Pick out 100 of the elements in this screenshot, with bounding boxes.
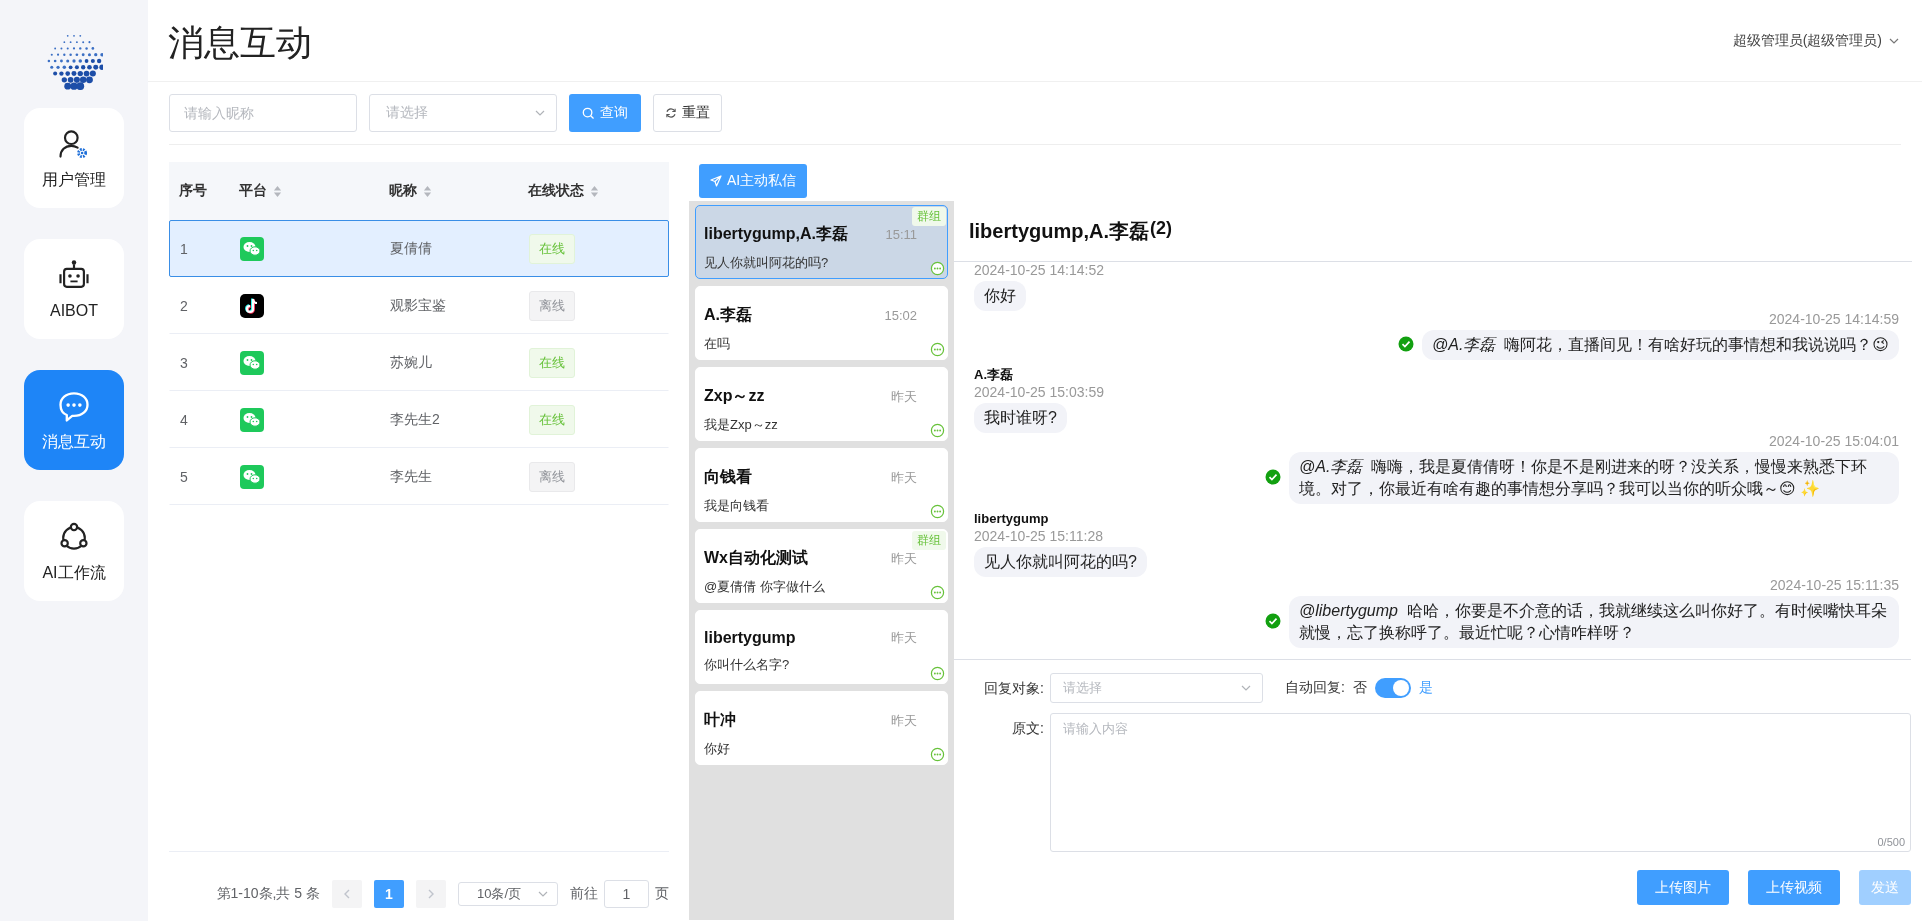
table-row[interactable]: 2 观影宝鉴 离线 — [169, 277, 669, 334]
group-tag: 群组 — [912, 531, 946, 550]
status-tag: 在线 — [529, 233, 575, 264]
table-cell-text: 5 — [180, 468, 189, 485]
message-time: 2024-10-25 15:11:28 — [974, 528, 1103, 545]
table-cell-text: 李先生 — [390, 467, 433, 486]
dotted-sphere-logo — [45, 32, 103, 90]
conversation-preview: 你好 — [704, 740, 731, 758]
conversation-card[interactable]: libertygump,A.李磊 15:11 见人你就叫阿花的吗? 群组 — [695, 205, 948, 279]
conversation-preview: @夏倩倩 你字做什么 — [704, 578, 826, 596]
status-tag: 离线 — [529, 461, 575, 492]
message-time: 2024-10-25 15:03:59 — [974, 384, 1104, 401]
table-cell-text: 4 — [180, 411, 189, 428]
conversation-card[interactable]: Wx自动化测试 昨天 @夏倩倩 你字做什么 群组 — [695, 529, 948, 603]
sender-name: libertygump — [974, 510, 1049, 528]
conversation-card[interactable]: A.李磊 15:02 在吗 — [695, 286, 948, 360]
column-header[interactable]: 昵称 — [389, 182, 432, 200]
sidebar-nav-item[interactable]: AIBOT — [24, 239, 124, 339]
conversation-name: 叶冲 — [704, 710, 736, 730]
table-row[interactable]: 3 苏婉儿 在线 — [169, 334, 669, 391]
sort-caret-icon[interactable] — [273, 184, 282, 198]
nickname-field[interactable]: 请输入昵称 — [169, 94, 357, 132]
conversation-time: 昨天 — [891, 468, 917, 487]
page-size-select[interactable]: 10条/页 — [458, 882, 558, 906]
status-tag: 离线 — [529, 290, 575, 321]
refresh-icon — [665, 107, 677, 119]
music-note-app-icon — [240, 293, 264, 318]
table-row[interactable]: 4 李先生2 在线 — [169, 391, 669, 448]
conversation-time: 昨天 — [891, 387, 917, 406]
conversation-time: 15:02 — [884, 308, 917, 323]
message-bubble: 我时谁呀? — [974, 403, 1067, 433]
field-label: 回复对象: — [983, 679, 1045, 698]
message-bubble: @A.李磊 嗨嗨，我是夏倩倩呀！你是不是刚进来的呀？没关系，慢慢来熟悉下环境。对了，你最近有啥有趣的事情想分享吗？我可以当你的听众哦～😊 ✨ — [1289, 452, 1899, 504]
conversation-name: Zxp～zz — [704, 386, 765, 406]
pagination-summary: 第1-10条,共 5 条 — [216, 885, 320, 903]
message-time: 2024-10-25 15:04:01 — [1769, 433, 1899, 450]
chat-app-icon — [240, 407, 264, 432]
message-time: 2024-10-25 15:11:35 — [1770, 577, 1899, 594]
column-header[interactable]: 平台 — [239, 182, 282, 200]
sender-name: A.李磊 — [974, 366, 1013, 384]
message-icon — [930, 261, 945, 276]
page-suffix: 页 — [655, 885, 669, 903]
chat-app-icon — [240, 464, 264, 489]
message-bubble: 你好 — [974, 281, 1026, 311]
conversation-preview: 见人你就叫阿花的吗? — [704, 254, 830, 272]
message-bubble: @A.李磊 嗨阿花，直播间见！有啥好玩的事情想和我说说吗？😉 — [1422, 330, 1899, 360]
page-title: 消息互动 — [168, 21, 312, 65]
message-time: 2024-10-25 14:14:52 — [974, 262, 1104, 279]
status-tag: 在线 — [529, 404, 575, 435]
group-tag: 群组 — [912, 207, 946, 226]
character-counter: 0/500 — [1877, 836, 1905, 848]
sidebar-nav-item[interactable]: 用户管理 — [24, 108, 124, 208]
conversation-name: Wx自动化测试 — [704, 548, 808, 568]
conversation-time: 昨天 — [891, 711, 917, 730]
table-cell-text: 1 — [180, 240, 189, 257]
user-menu[interactable]: 超级管理员(超级管理员) — [1732, 31, 1900, 50]
column-header[interactable]: 在线状态 — [528, 182, 599, 200]
goto-label: 前往 — [570, 885, 598, 903]
sort-caret-icon[interactable] — [590, 184, 599, 198]
chat-app-icon — [240, 350, 264, 375]
field-label: 原文: — [1011, 719, 1045, 738]
message-icon — [930, 747, 945, 762]
off-label: 否 — [1352, 679, 1367, 697]
page-input[interactable]: 1 — [604, 880, 649, 908]
sidebar-nav-item[interactable]: 消息互动 — [24, 370, 124, 470]
conversation-preview: 你叫什么名字? — [704, 656, 791, 674]
status-tag: 在线 — [529, 347, 575, 378]
auto-reply-toggle[interactable] — [1374, 678, 1411, 698]
message-icon — [930, 504, 945, 519]
table-row[interactable]: 1 夏倩倩 在线 — [169, 220, 669, 277]
on-label: 是 — [1418, 679, 1433, 697]
table-cell-text: 李先生2 — [390, 410, 441, 429]
table-cell-text: 夏倩倩 — [390, 239, 433, 258]
auto-reply-label: 自动回复: — [1285, 679, 1345, 697]
conversation-name: libertygump — [704, 629, 796, 647]
table-cell-text: 2 — [180, 297, 189, 314]
table-cell-text: 苏婉儿 — [390, 353, 433, 372]
conversation-time: 昨天 — [891, 629, 917, 647]
table-cell-text: 观影宝鉴 — [390, 296, 447, 315]
conversation-card[interactable]: 叶冲 昨天 你好 — [695, 691, 948, 765]
conversation-card[interactable]: libertygump 昨天 你叫什么名字? — [695, 610, 948, 684]
table-row[interactable]: 5 李先生 离线 — [169, 448, 669, 505]
conversation-name: 向钱看 — [704, 467, 752, 487]
conversation-name: libertygump,A.李磊 — [704, 224, 848, 244]
chat-app-icon — [240, 236, 264, 261]
conversation-preview: 我是向钱看 — [704, 497, 770, 515]
message-icon — [930, 423, 945, 438]
conversation-time: 15:11 — [885, 227, 917, 242]
paper-plane-icon — [709, 175, 722, 187]
message-icon — [930, 342, 945, 357]
sort-caret-icon[interactable] — [423, 184, 432, 198]
reset-button[interactable]: 重置 — [653, 94, 722, 132]
conversation-time: 昨天 — [891, 549, 917, 568]
message-time: 2024-10-25 14:14:59 — [1769, 311, 1899, 328]
sidebar-nav-item[interactable]: AI工作流 — [24, 501, 124, 601]
conversation-card[interactable]: 向钱看 昨天 我是向钱看 — [695, 448, 948, 522]
conversation-card[interactable]: Zxp～zz 昨天 我是Zxp～zz — [695, 367, 948, 441]
conversation-preview: 我是Zxp～zz — [704, 416, 779, 434]
message-icon — [930, 585, 945, 600]
column-header: 序号 — [179, 182, 207, 200]
